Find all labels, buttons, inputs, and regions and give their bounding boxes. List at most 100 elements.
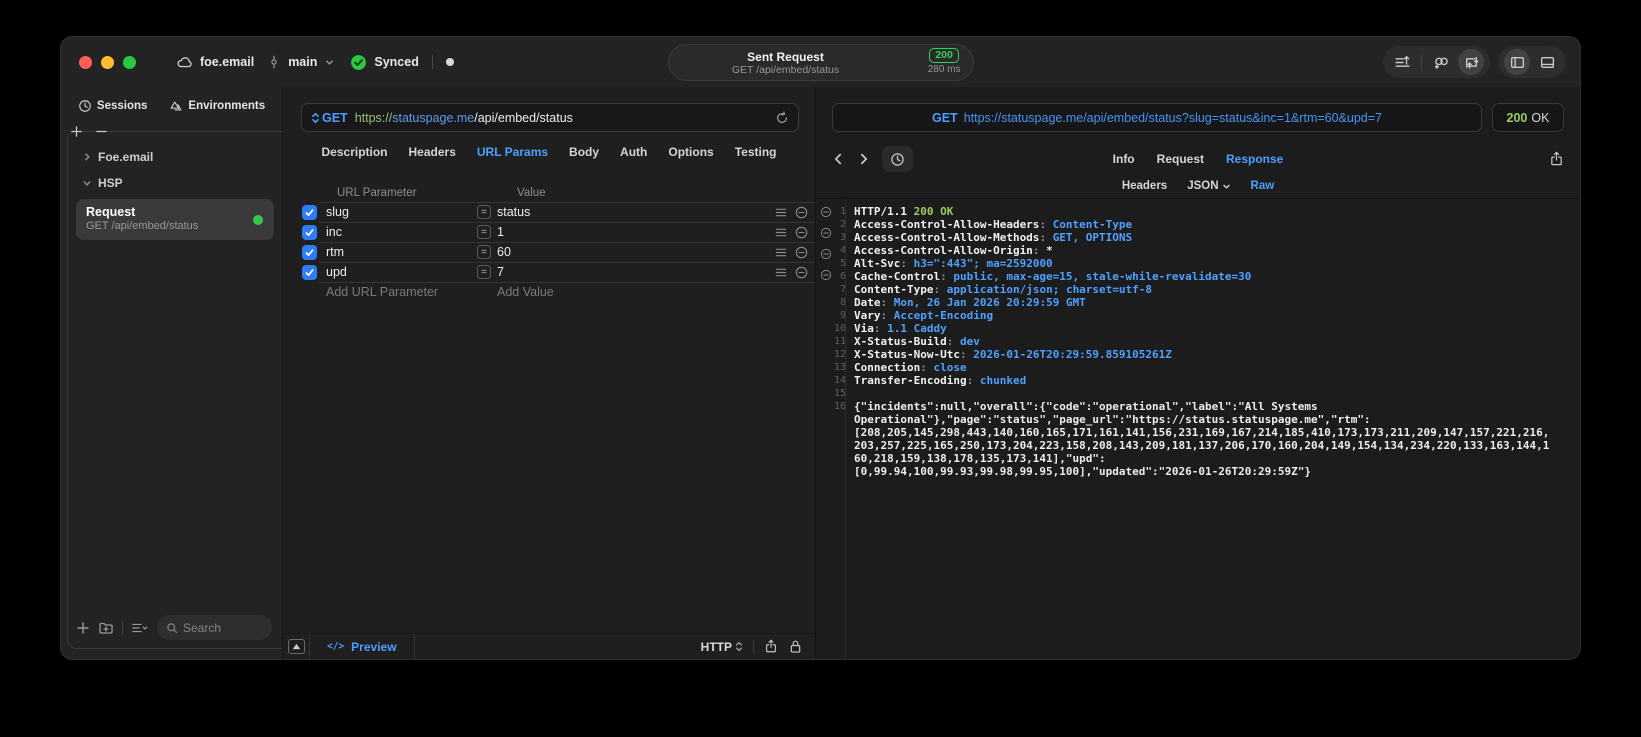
param-name-field[interactable]: inc [326,225,477,239]
param-name-field[interactable]: slug [326,205,477,219]
collapse-section-icon[interactable] [820,206,832,218]
equals-operator-icon[interactable]: = [477,265,491,279]
subtab-headers[interactable]: Headers [1122,180,1167,192]
add-param-row[interactable]: Add URL Parameter Add Value [283,282,815,302]
equals-operator-icon[interactable]: = [477,245,491,259]
tab-body[interactable]: Body [569,145,599,159]
search-input[interactable] [183,620,263,635]
param-row-inc: inc = 1 [283,222,815,242]
tab-headers[interactable]: Headers [409,145,456,159]
forward-icon[interactable] [858,152,870,166]
param-enabled-checkbox[interactable] [302,224,317,240]
remove-session-icon[interactable] [95,125,108,138]
param-enabled-checkbox[interactable] [302,204,317,220]
request-url-bar[interactable]: GET https://statuspage.me/api/embed/stat… [301,103,799,132]
param-value-field[interactable]: 1 [497,225,504,239]
tab-url-params[interactable]: URL Params [477,145,548,159]
tree-item-hsp[interactable]: HSP [68,170,282,196]
remove-param-icon[interactable] [795,266,808,279]
param-value-field[interactable]: status [497,205,530,219]
collapse-section-icon[interactable] [820,269,832,281]
collapse-editor-button[interactable] [283,634,310,659]
url-path: /api/embed/status [474,110,573,125]
equals-operator-icon[interactable]: = [477,225,491,239]
app-window: foe.email main Synced Sent Request GET /… [60,36,1581,660]
chevron-down-icon[interactable] [324,57,335,68]
tab-auth[interactable]: Auth [620,145,647,159]
environments-label: Environments [188,100,266,112]
subtab-json[interactable]: JSON [1187,180,1230,192]
zoom-window-button[interactable] [123,55,136,69]
param-enabled-checkbox[interactable] [302,244,317,260]
share-icon[interactable] [764,639,778,654]
status-code-badge: 200 [929,48,959,63]
add-param-value-placeholder[interactable]: Add Value [497,285,554,299]
remove-param-icon[interactable] [795,226,808,239]
drag-handle-icon[interactable] [775,247,787,258]
request-status-dot [253,214,263,225]
request-list-item-selected[interactable]: Request GET /api/embed/status [76,199,274,240]
param-value-field[interactable]: 7 [497,265,504,279]
tab-request[interactable]: Request [1157,152,1204,166]
lock-icon[interactable] [789,639,802,654]
line-content: 60,218,159,138,178,135,173,141],"upd": [854,452,1106,465]
sidebar-footer-divider [122,620,123,635]
tree-item-foe-email[interactable]: Foe.email [68,144,282,170]
drag-handle-icon[interactable] [775,227,787,238]
toggle-bottom-panel-button[interactable] [1534,49,1560,75]
param-row-slug: slug = status [283,202,815,222]
tab-response-label: Response [1225,152,1284,166]
share-icon[interactable] [1549,151,1564,167]
add-session-icon[interactable] [70,125,83,138]
sidebar-tab-environments[interactable]: Environments [169,99,265,113]
minimize-window-button[interactable] [101,55,114,69]
tab-options[interactable]: Options [668,145,713,159]
subtab-raw[interactable]: Raw [1251,180,1275,192]
response-body-viewer[interactable]: 1 HTTP/1.1 200 OK 2 Access-Control-Allow-He… [816,199,1580,659]
preview-toggle[interactable]: </> Preview [310,634,415,659]
tab-info[interactable]: Info [1113,152,1135,166]
param-enabled-checkbox[interactable] [302,264,317,280]
branch-name[interactable]: main [288,55,317,69]
sidebar-search[interactable] [157,615,272,640]
param-name-field[interactable]: rtm [326,245,477,259]
response-request-line[interactable]: GET https://statuspage.me/api/embed/stat… [832,103,1482,132]
protocol-selector[interactable]: HTTP [701,640,743,654]
back-icon[interactable] [832,152,844,166]
line-number: 9 [839,310,846,321]
remove-param-icon[interactable] [795,246,808,259]
param-name-field[interactable]: upd [326,265,477,279]
drag-handle-icon[interactable] [775,267,787,278]
project-name[interactable]: foe.email [200,55,254,69]
add-request-icon[interactable] [76,621,90,635]
param-value-field[interactable]: 60 [497,245,511,259]
tab-testing[interactable]: Testing [735,145,777,159]
new-folder-icon[interactable] [98,620,114,636]
chain-requests-button[interactable] [1428,49,1454,75]
equals-operator-icon[interactable]: = [477,205,491,219]
request-cycle-button[interactable] [1458,49,1484,75]
sent-request-summary[interactable]: Sent Request GET /api/embed/status 200 2… [667,44,974,81]
history-button[interactable] [882,146,913,172]
tab-description[interactable]: Description [322,145,388,159]
method-selector[interactable]: GET [311,111,348,125]
code-line: 1 HTTP/1.1 200 OK [816,205,1580,218]
toggle-sidebar-button[interactable] [1504,49,1530,75]
response-status-code: 200 [1506,110,1528,125]
collapse-section-icon[interactable] [820,227,832,239]
remove-param-icon[interactable] [795,206,808,219]
add-param-name-placeholder[interactable]: Add URL Parameter [326,285,477,299]
line-content: Via: 1.1 Caddy [854,322,947,335]
triangle-up-icon [292,643,301,650]
collapse-section-icon[interactable] [820,248,832,260]
code-line: 5 Alt-Svc: h3=":443"; ma=2592000 [816,257,1580,270]
refresh-icon[interactable] [775,110,789,125]
tab-options-label: Options [668,145,714,159]
close-window-button[interactable] [79,55,92,69]
line-number: 14 [833,375,846,386]
import-sort-button[interactable] [1389,49,1415,75]
tab-response[interactable]: Response [1226,152,1283,166]
list-view-options-icon[interactable] [131,621,149,635]
sidebar-tab-sessions[interactable]: Sessions [78,99,147,113]
drag-handle-icon[interactable] [775,207,787,218]
